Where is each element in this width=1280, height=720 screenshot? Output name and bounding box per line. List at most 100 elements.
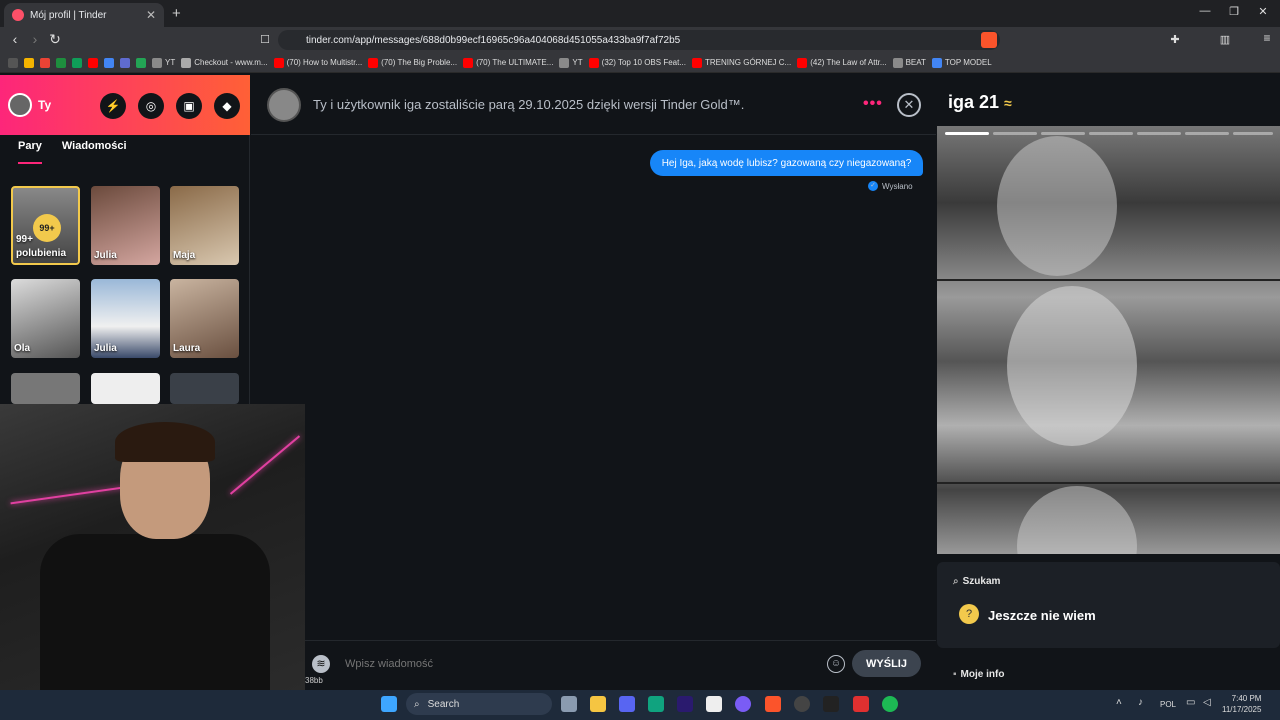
bookmark-favicon-icon xyxy=(797,57,808,68)
bookmark-favicon-icon xyxy=(40,57,50,68)
bookmark-label: (32) Top 10 OBS Feat... xyxy=(601,58,686,67)
bookmark-label: Checkout - www.m... xyxy=(194,58,268,67)
bookmark-icon[interactable]: ☐ xyxy=(256,33,274,46)
close-chat-icon[interactable]: ✕ xyxy=(897,93,921,117)
premiere-icon[interactable] xyxy=(677,696,693,712)
capcut-icon[interactable] xyxy=(706,696,722,712)
volume-icon[interactable]: ◁ xyxy=(1203,697,1211,708)
obs-icon[interactable] xyxy=(794,696,810,712)
bookmark-item[interactable] xyxy=(56,57,66,68)
match-card[interactable] xyxy=(11,373,80,404)
bookmark-label: (42) The Law of Attr... xyxy=(810,58,887,67)
match-name: Laura xyxy=(173,343,201,354)
menu-icon[interactable]: ≡ xyxy=(1258,31,1276,45)
explore-icon[interactable]: ◎ xyxy=(138,93,164,119)
portfolio-icon[interactable]: ▣ xyxy=(176,93,202,119)
match-card[interactable]: Julia xyxy=(91,279,160,358)
bookmark-item[interactable] xyxy=(104,57,114,68)
bookmark-item[interactable]: TRENING GÓRNEJ C... xyxy=(692,57,791,68)
likes-card[interactable]: 99+ 99+ polubienia xyxy=(11,186,80,265)
terminal-icon[interactable] xyxy=(823,696,839,712)
minimize-button[interactable]: — xyxy=(1195,5,1215,17)
bookmark-favicon-icon xyxy=(56,57,66,68)
match-card[interactable] xyxy=(91,373,160,404)
profile-name-age: iga 21 ≈ xyxy=(948,92,1012,113)
bookmark-item[interactable]: (70) The Big Proble... xyxy=(368,57,457,68)
bookmark-label: BEAT xyxy=(905,58,926,67)
browser-tab[interactable]: Mój profil | Tinder ✕ xyxy=(4,3,164,27)
back-icon[interactable]: ‹ xyxy=(6,31,24,47)
user-name[interactable]: Ty xyxy=(38,98,51,112)
language-indicator[interactable]: POL xyxy=(1160,700,1176,709)
app-red-icon[interactable] xyxy=(853,696,869,712)
bookmark-item[interactable]: YT xyxy=(152,57,175,68)
task-view-icon[interactable] xyxy=(561,696,577,712)
file-explorer-icon[interactable] xyxy=(590,696,606,712)
search-icon: ⌕ xyxy=(414,698,420,710)
brave-icon[interactable] xyxy=(765,696,781,712)
bookmark-item[interactable]: YT xyxy=(559,57,583,68)
restore-button[interactable]: ❐ xyxy=(1224,5,1244,18)
taskbar-search[interactable]: ⌕ Search xyxy=(406,693,552,715)
bookmark-item[interactable] xyxy=(88,57,98,68)
bookmark-item[interactable] xyxy=(120,57,130,68)
bookmark-item[interactable] xyxy=(136,57,146,68)
tab-close-icon[interactable]: ✕ xyxy=(146,8,156,22)
looking-for-card xyxy=(937,562,1280,648)
match-card[interactable]: Maja xyxy=(170,186,239,265)
windows-start-icon[interactable] xyxy=(381,696,397,712)
profile-photo[interactable] xyxy=(937,126,1280,554)
spotify-taskbar-icon[interactable] xyxy=(882,696,898,712)
bookmark-item[interactable] xyxy=(8,57,18,68)
bookmark-item[interactable]: Checkout - www.m... xyxy=(181,57,268,68)
system-clock[interactable]: 7:40 PM 11/17/2025 xyxy=(1222,693,1261,715)
match-avatar[interactable] xyxy=(267,87,301,122)
window-close-button[interactable]: ✕ xyxy=(1253,5,1273,18)
sidebar-toggle-icon[interactable]: ▥ xyxy=(1216,33,1234,46)
bookmark-item[interactable]: (70) How to Multistr... xyxy=(273,57,362,68)
boost-icon[interactable]: ⚡ xyxy=(100,93,126,119)
bookmark-favicon-icon xyxy=(8,57,18,68)
bookmark-item[interactable] xyxy=(24,57,34,68)
match-card[interactable]: Laura xyxy=(170,279,239,358)
microphone-icon[interactable]: ♪ xyxy=(1138,697,1143,708)
user-avatar[interactable] xyxy=(8,93,32,117)
spotify-icon[interactable]: ≋ xyxy=(312,655,330,673)
streamer-body xyxy=(40,534,270,690)
bookmark-favicon-icon xyxy=(692,57,702,68)
bookmark-item[interactable] xyxy=(72,57,82,68)
bookmark-item[interactable]: BEAT xyxy=(892,57,926,68)
network-icon[interactable]: ▭ xyxy=(1186,697,1195,708)
photo-progress xyxy=(1089,132,1133,135)
tab-matches[interactable]: Pary xyxy=(18,140,42,164)
match-name: Julia xyxy=(94,250,117,261)
photo-face xyxy=(997,136,1117,276)
chatgpt-icon[interactable] xyxy=(648,696,664,712)
bookmark-item[interactable]: (42) The Law of Attr... xyxy=(797,57,887,68)
discord-icon[interactable] xyxy=(619,696,635,712)
match-card[interactable]: Julia xyxy=(91,186,160,265)
more-options-icon[interactable]: ••• xyxy=(863,95,883,113)
match-card[interactable]: Ola xyxy=(11,279,80,358)
address-bar[interactable]: tinder.com/app/messages/688d0b99ecf16965… xyxy=(278,30,1000,50)
match-info-text: Ty i użytkownik iga zostaliście parą 29.… xyxy=(313,97,745,112)
bookmark-item[interactable]: (32) Top 10 OBS Feat... xyxy=(588,57,686,68)
emoji-icon[interactable]: ☺ xyxy=(827,655,845,673)
brave-shield-icon[interactable] xyxy=(981,32,997,48)
message-input[interactable] xyxy=(345,654,805,674)
match-card[interactable] xyxy=(170,373,239,404)
reload-icon[interactable]: ↻ xyxy=(46,31,64,48)
bookmark-item[interactable] xyxy=(40,57,50,68)
tray-chevron-icon[interactable]: ˄ xyxy=(1116,697,1122,708)
extensions-icon[interactable]: ✚ xyxy=(1166,33,1184,46)
clock-time: 7:40 PM xyxy=(1231,694,1262,703)
bookmark-favicon-icon xyxy=(24,57,34,68)
tab-messages[interactable]: Wiadomości xyxy=(62,140,127,164)
bookmark-item[interactable]: (70) The ULTIMATE... xyxy=(463,57,553,68)
forward-icon[interactable]: › xyxy=(26,31,44,47)
bookmark-item[interactable]: TOP MODEL xyxy=(931,57,992,68)
safety-shield-icon[interactable]: ◆ xyxy=(214,93,240,119)
app-icon[interactable] xyxy=(735,696,751,712)
new-tab-button[interactable]: + xyxy=(172,5,181,22)
send-button[interactable]: WYŚLIJ xyxy=(852,650,921,677)
